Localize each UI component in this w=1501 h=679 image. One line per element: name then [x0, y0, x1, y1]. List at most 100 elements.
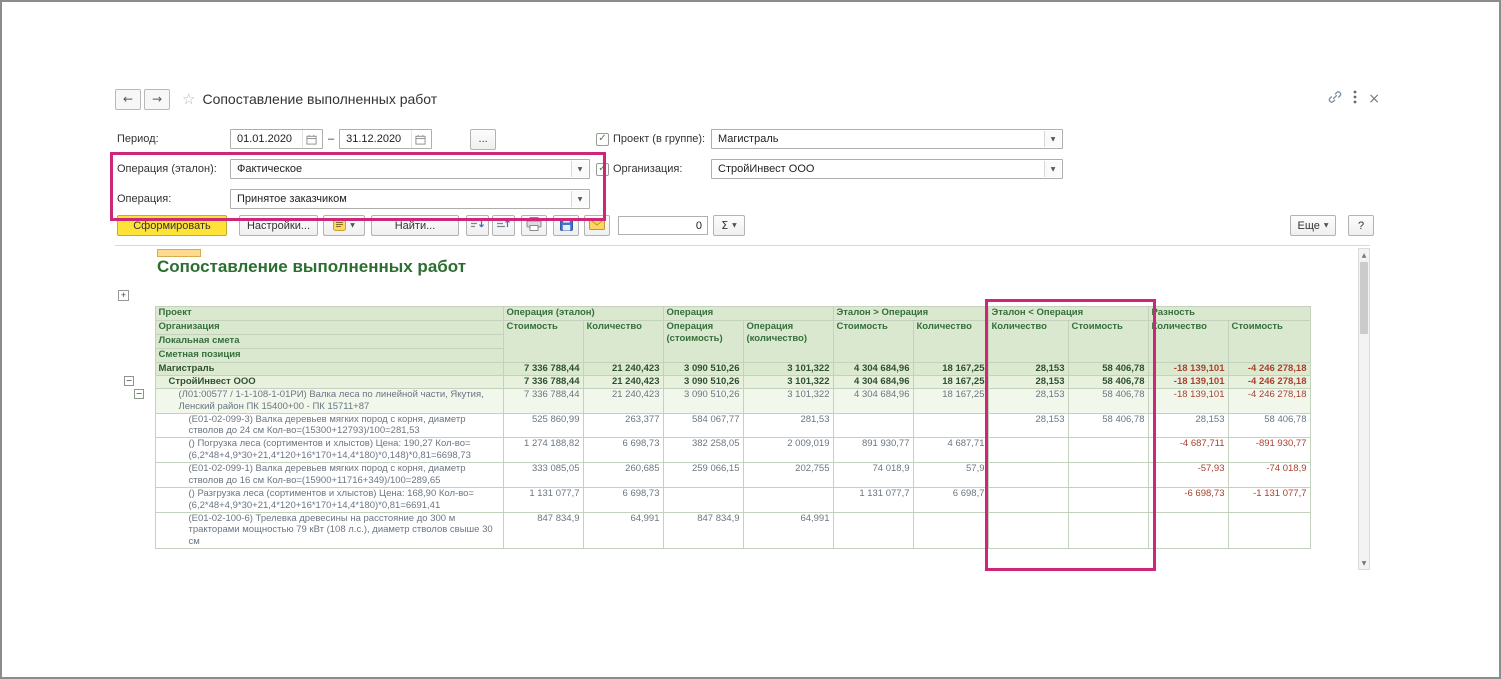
report-cell[interactable] [988, 463, 1068, 488]
collapse-groups-button[interactable] [492, 215, 515, 236]
report-cell[interactable]: 28,153 [988, 388, 1068, 413]
report-cell[interactable]: -4 687,711 [1148, 438, 1228, 463]
selected-cell-marker[interactable] [157, 249, 201, 257]
header-group-operation-etalon[interactable]: Операция (эталон) [503, 307, 663, 321]
sigma-button[interactable]: Σ ▼ [713, 215, 745, 236]
row-label[interactable]: (Е01-02-099-1) Валка деревьев мягких пор… [155, 463, 503, 488]
report-cell[interactable]: 28,153 [1148, 413, 1228, 438]
report-cell[interactable] [833, 413, 913, 438]
more-menu-icon[interactable] [1353, 90, 1357, 109]
report-cell[interactable]: 58 406,78 [1068, 363, 1148, 376]
scroll-down-icon[interactable]: ▼ [1359, 557, 1369, 569]
report-cell[interactable]: 3 101,322 [743, 388, 833, 413]
help-button[interactable]: ? [1348, 215, 1374, 236]
send-mail-button[interactable] [584, 215, 610, 236]
report-cell[interactable] [1068, 512, 1148, 549]
report-cell[interactable]: 891 930,77 [833, 438, 913, 463]
report-cell[interactable]: 6 698,7 [913, 487, 988, 512]
report-cell[interactable]: 1 274 188,82 [503, 438, 583, 463]
row-label[interactable]: () Погрузка леса (сортиментов и хлыстов)… [155, 438, 503, 463]
report-cell[interactable]: -4 246 278,18 [1228, 375, 1310, 388]
back-button[interactable]: ← [115, 89, 141, 110]
header-col-kolichestvo-2[interactable]: Количество [913, 321, 988, 363]
header-lokalnaya-smeta[interactable]: Локальная смета [155, 335, 503, 349]
report-cell[interactable]: 4 304 684,96 [833, 375, 913, 388]
settings-button[interactable]: Настройки... [239, 215, 318, 236]
row-label[interactable]: (Е01-02-099-3) Валка деревьев мягких пор… [155, 413, 503, 438]
report-cell[interactable]: 281,53 [743, 413, 833, 438]
header-smetnaya-pozitsiya[interactable]: Сметная позиция [155, 349, 503, 363]
period-more-button[interactable]: ... [470, 129, 496, 150]
report-cell[interactable]: 28,153 [988, 363, 1068, 376]
calendar-icon[interactable] [302, 130, 320, 148]
table-row[interactable]: (Е01-02-099-1) Валка деревьев мягких пор… [115, 463, 1310, 488]
header-project[interactable]: Проект [155, 307, 503, 321]
report-cell[interactable]: 259 066,15 [663, 463, 743, 488]
row-label[interactable]: Магистраль [155, 363, 503, 376]
report-cell[interactable]: 7 336 788,44 [503, 388, 583, 413]
find-button[interactable]: Найти... [371, 215, 459, 236]
print-button[interactable] [521, 215, 547, 236]
table-row[interactable]: () Погрузка леса (сортиментов и хлыстов)… [115, 438, 1310, 463]
report-cell[interactable] [913, 413, 988, 438]
report-cell[interactable]: 4 304 684,96 [833, 388, 913, 413]
report-cell[interactable]: 260,685 [583, 463, 663, 488]
report-cell[interactable]: -18 139,101 [1148, 363, 1228, 376]
table-row[interactable]: −(Л01:00577 / 1-1-108-1-01РИ) Валка леса… [115, 388, 1310, 413]
report-cell[interactable]: -891 930,77 [1228, 438, 1310, 463]
header-col-stoimost-1[interactable]: Стоимость [503, 321, 583, 363]
report-cell[interactable]: 4 687,71 [913, 438, 988, 463]
header-group-etalon-gt-operation[interactable]: Эталон > Операция [833, 307, 988, 321]
report-cell[interactable] [1068, 487, 1148, 512]
header-organization[interactable]: Организация [155, 321, 503, 335]
organization-checkbox[interactable]: ✓ [596, 163, 609, 176]
report-cell[interactable]: 3 090 510,26 [663, 388, 743, 413]
header-col-stoimost-2[interactable]: Стоимость [833, 321, 913, 363]
expand-groups-button[interactable] [466, 215, 489, 236]
report-cell[interactable]: 3 090 510,26 [663, 375, 743, 388]
header-col-kolichestvo-1[interactable]: Количество [583, 321, 663, 363]
report-cell[interactable]: 1 131 077,7 [833, 487, 913, 512]
forward-button[interactable]: → [144, 89, 170, 110]
header-col-operation-kolichestvo[interactable]: Операция (количество) [743, 321, 833, 363]
report-cell[interactable] [1068, 463, 1148, 488]
generate-button[interactable]: Сформировать [117, 215, 227, 236]
header-group-raznost[interactable]: Разность [1148, 307, 1310, 321]
report-cell[interactable] [833, 512, 913, 549]
report-cell[interactable]: 333 085,05 [503, 463, 583, 488]
table-row[interactable]: −СтройИнвест ООО7 336 788,4421 240,4233 … [115, 375, 1310, 388]
report-cell[interactable]: 525 860,99 [503, 413, 583, 438]
report-cell[interactable]: 6 698,73 [583, 438, 663, 463]
report-cell[interactable]: 1 131 077,7 [503, 487, 583, 512]
link-icon[interactable] [1328, 90, 1342, 109]
report-cell[interactable]: 7 336 788,44 [503, 363, 583, 376]
report-cell[interactable]: 6 698,73 [583, 487, 663, 512]
report-cell[interactable]: -18 139,101 [1148, 388, 1228, 413]
header-col-kolichestvo-4[interactable]: Количество [1148, 321, 1228, 363]
report-cell[interactable] [663, 487, 743, 512]
save-button[interactable] [553, 215, 579, 236]
scrollbar-thumb[interactable] [1360, 262, 1368, 334]
project-select[interactable]: Магистраль ▼ [711, 129, 1063, 149]
report-cell[interactable]: 58 406,78 [1068, 375, 1148, 388]
vertical-scrollbar[interactable]: ▲ ▼ [1358, 248, 1370, 570]
report-cell[interactable] [1148, 512, 1228, 549]
report-cell[interactable]: -4 246 278,18 [1228, 363, 1310, 376]
header-col-kolichestvo-3[interactable]: Количество [988, 321, 1068, 363]
more-button[interactable]: Еще ▼ [1290, 215, 1336, 236]
table-row[interactable]: (Е01-02-099-3) Валка деревьев мягких пор… [115, 413, 1310, 438]
report-cell[interactable]: -57,93 [1148, 463, 1228, 488]
report-cell[interactable]: 382 258,05 [663, 438, 743, 463]
row-label[interactable]: (Л01:00577 / 1-1-108-1-01РИ) Валка леса … [155, 388, 503, 413]
report-cell[interactable]: 18 167,25 [913, 375, 988, 388]
close-icon[interactable]: × [1368, 91, 1380, 107]
report-cell[interactable] [988, 512, 1068, 549]
report-cell[interactable]: 28,153 [988, 413, 1068, 438]
report-cell[interactable] [913, 512, 988, 549]
header-group-etalon-lt-operation[interactable]: Эталон < Операция [988, 307, 1148, 321]
report-cell[interactable]: 7 336 788,44 [503, 375, 583, 388]
report-cell[interactable]: 3 101,322 [743, 363, 833, 376]
report-variants-button[interactable]: ▼ [323, 215, 365, 236]
report-cell[interactable]: 21 240,423 [583, 363, 663, 376]
report-cell[interactable] [743, 487, 833, 512]
